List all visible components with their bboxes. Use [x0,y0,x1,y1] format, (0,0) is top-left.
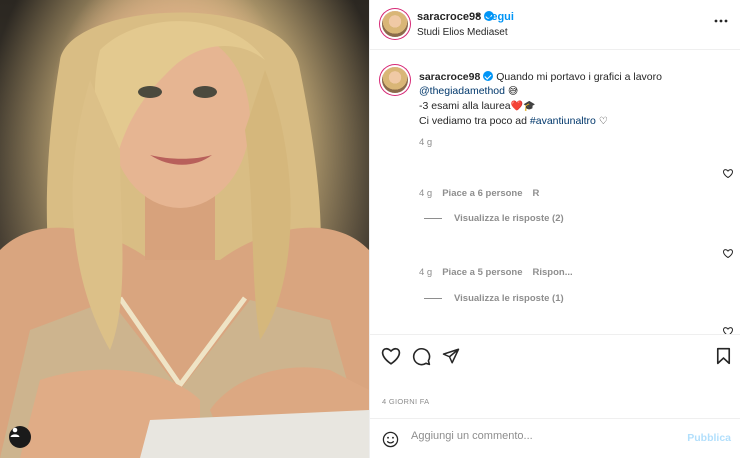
hashtag-link[interactable]: #avantiunaltro [530,115,596,127]
view-replies-button[interactable]: Visualizza le risposte (1) [424,293,564,304]
caption-line-3: Ci vediamo tra poco ad [419,115,530,127]
comment-time[interactable]: 4 g [419,188,432,199]
emoji-sweat-smile: 😅 [507,86,519,97]
post-photo[interactable] [0,0,369,458]
separator-dot: • [476,10,480,22]
comment-input[interactable] [411,430,671,442]
like-comment-heart-icon[interactable] [723,169,733,181]
comment-likes[interactable]: Piace a 5 persone [442,267,522,278]
add-comment-bar: Pubblica [370,418,740,458]
save-bookmark-icon[interactable] [716,347,731,368]
caption-line-2: -3 esami alla laurea [419,100,511,112]
caption-avatar[interactable] [382,67,408,93]
comment-meta: 4 g Piace a 6 persone R [419,188,539,199]
comments-section: saracroce98 Quando mi portavo i grafici … [370,51,740,334]
comment-icon[interactable] [412,347,431,369]
avatar[interactable] [382,11,408,37]
post-actions-bar [370,334,740,378]
view-replies-button[interactable]: Visualizza le risposte (2) [424,213,564,224]
like-heart-icon[interactable] [381,347,401,368]
caption-line-1: Quando mi portavo i grafici a lavoro [496,71,662,83]
location-link[interactable]: Studi Elios Mediaset [417,27,508,38]
like-comment-heart-icon[interactable] [723,249,733,261]
more-options-icon[interactable] [714,14,728,26]
username-text[interactable]: saracroce98 [417,11,481,23]
instagram-post: saracroce98 • Segui Studi Elios Mediaset… [0,0,740,458]
portrait-illustration [0,12,369,458]
emoji-icon[interactable] [382,431,399,451]
post-date[interactable]: 4 GIORNI FA [382,397,429,406]
caption-heart-icon: ♡ [598,116,608,127]
share-icon[interactable] [442,347,460,368]
like-comment-heart-icon[interactable] [723,327,733,334]
post-header: saracroce98 • Segui Studi Elios Mediaset [370,0,740,50]
verified-badge-icon [483,71,494,81]
tag-user-icon[interactable] [9,426,31,448]
emoji-graduation: 🎓 [523,101,536,112]
emoji-heart: ❤️ [510,101,524,112]
comment-likes[interactable]: Piace a 6 persone [442,188,522,199]
caption-time[interactable]: 4 g [419,137,432,148]
header-username[interactable]: saracroce98 [417,11,495,23]
post-caption: saracroce98 Quando mi portavo i grafici … [419,70,719,129]
publish-button[interactable]: Pubblica [687,432,731,444]
reply-button[interactable]: Rispon... [533,267,573,278]
follow-button[interactable]: Segui [484,11,514,23]
post-side-panel: saracroce98 • Segui Studi Elios Mediaset… [369,0,740,458]
mention-link[interactable]: @thegiadamethod [419,85,505,97]
comment-time[interactable]: 4 g [419,267,432,278]
comment-meta: 4 g Piace a 5 persone Rispon... [419,267,573,278]
reply-button[interactable]: R [533,188,540,199]
caption-username[interactable]: saracroce98 [419,71,480,83]
